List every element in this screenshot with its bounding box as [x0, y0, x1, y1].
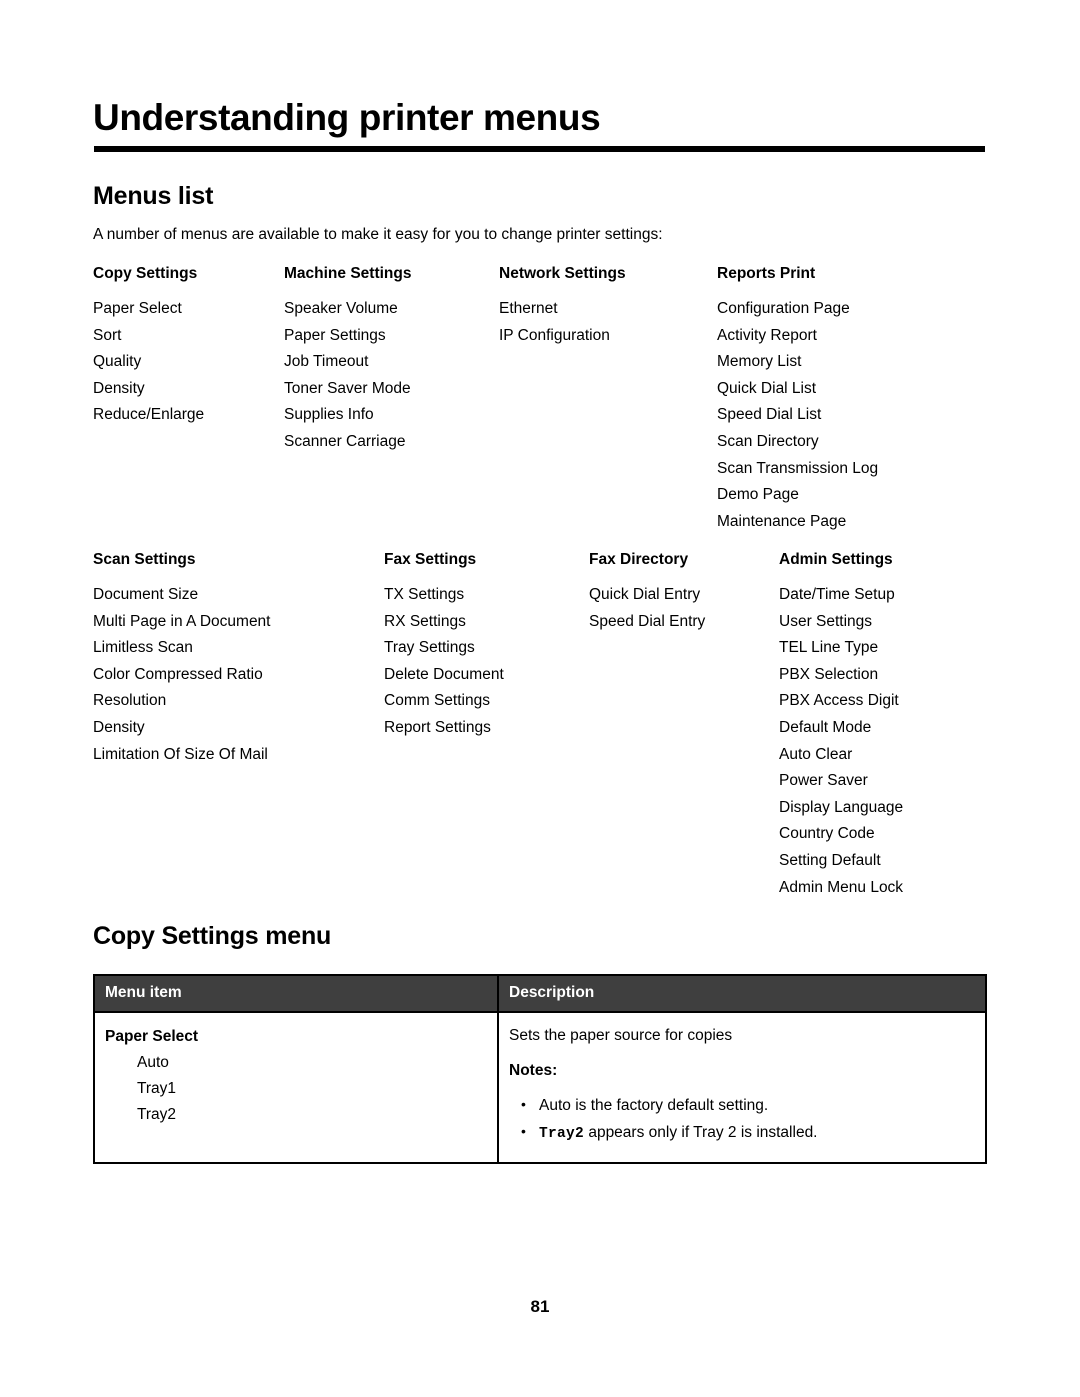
description-text: Sets the paper source for copies: [509, 1027, 733, 1044]
note-text-segment: appears only if Tray 2 is installed.: [584, 1124, 818, 1141]
menu-list-item: User Settings: [779, 612, 873, 630]
menu-list-item: Speaker Volume: [284, 300, 398, 317]
menu-list-item: Default Mode: [779, 718, 872, 736]
menu-list-item: Report Settings: [384, 718, 491, 736]
menu-list-item: Document Size: [93, 586, 199, 603]
menu-list-item: Quick Dial List: [717, 379, 817, 397]
note-text-segment: Auto is the factory default setting.: [539, 1097, 769, 1114]
menu-list-item: TEL Line Type: [779, 639, 879, 657]
menu-column-admin-settings: Admin Settings Date/Time Setup User Sett…: [779, 550, 903, 901]
menu-list-item: Date/Time Setup: [779, 586, 895, 603]
menu-list-item: Resolution: [93, 692, 167, 710]
page-number: 81: [530, 1297, 550, 1316]
note-item: Tray2 appears only if Tray 2 is installe…: [509, 1118, 975, 1148]
menu-column-header: Network Settings: [499, 265, 626, 282]
menu-item-option: Tray1: [137, 1080, 177, 1097]
menu-column-network-settings: Network Settings Ethernet IP Configurati…: [499, 264, 626, 349]
menu-list-item: TX Settings: [384, 586, 465, 603]
menu-list-item: Speed Dial Entry: [589, 612, 706, 630]
menu-column-header: Fax Directory: [589, 551, 689, 568]
section-heading-copy-settings-menu: Copy Settings menu: [93, 922, 332, 950]
menu-list-item: Configuration Page: [717, 300, 850, 317]
menu-list-item: Limitless Scan: [93, 639, 193, 657]
menu-list-item: Quality: [93, 353, 142, 371]
column-header-menu-item: Menu item: [94, 975, 499, 1012]
menu-list-item: Tray Settings: [384, 639, 475, 657]
menu-list-item: Paper Select: [93, 300, 182, 317]
menu-list-item: Demo Page: [717, 486, 799, 504]
menu-column-header: Machine Settings: [284, 265, 412, 282]
menu-list-item: Auto Clear: [779, 745, 853, 763]
document-page: Understanding printer menus Menus list A…: [0, 0, 1080, 1397]
table-row: Paper Select Auto Tray1 Tray2 Sets the p…: [94, 1011, 986, 1163]
menu-column-fax-directory: Fax Directory Quick Dial Entry Speed Dia…: [589, 550, 705, 635]
menus-list-intro: A number of menus are available to make …: [93, 226, 663, 243]
cell-menu-item: Paper Select Auto Tray1 Tray2: [94, 1011, 499, 1163]
menu-list-item: Display Language: [779, 798, 904, 816]
menu-item-option: Tray2: [137, 1106, 177, 1123]
menu-list-item: Limitation Of Size Of Mail: [93, 745, 268, 763]
menu-list-item: Admin Menu Lock: [779, 878, 904, 896]
menu-column-machine-settings: Machine Settings Speaker Volume Paper Se…: [284, 264, 411, 456]
menu-list-item: Job Timeout: [284, 353, 369, 371]
notes-list: Auto is the factory default setting. Tra…: [509, 1091, 975, 1148]
menu-list-item: Comm Settings: [384, 692, 490, 710]
menu-column-scan-settings: Scan Settings Document Size Multi Page i…: [93, 550, 271, 768]
menu-list-item: Density: [93, 718, 145, 736]
menu-column-header: Fax Settings: [384, 551, 477, 568]
menu-list-item: Density: [93, 379, 145, 397]
page-title: Understanding printer menus: [93, 97, 601, 138]
section-heading-menus-list: Menus list: [93, 182, 214, 210]
menu-list-item: Setting Default: [779, 851, 881, 869]
menu-list-item: Scan Directory: [717, 432, 819, 450]
menu-list-item: Scanner Carriage: [284, 432, 406, 450]
menu-list-item: IP Configuration: [499, 326, 610, 344]
note-text-segment: Tray2: [539, 1126, 585, 1142]
menu-list-item: Power Saver: [779, 772, 868, 790]
menu-list-item: Toner Saver Mode: [284, 379, 411, 397]
menu-list-item: PBX Selection: [779, 665, 879, 683]
column-header-description: Description: [498, 975, 986, 1012]
menu-list-item: Scan Transmission Log: [717, 459, 879, 477]
menu-list-item: Quick Dial Entry: [589, 586, 701, 603]
menu-list-item: RX Settings: [384, 612, 466, 630]
menu-column-header: Admin Settings: [779, 551, 893, 568]
menu-column-fax-settings: Fax Settings TX Settings RX Settings Tra…: [384, 550, 504, 742]
menu-list-item: Reduce/Enlarge: [93, 406, 205, 424]
menu-list-item: Ethernet: [499, 300, 558, 317]
menu-list-item: Sort: [93, 326, 122, 344]
copy-settings-table: Menu item Description Paper Select Auto …: [93, 974, 987, 1164]
menu-column-header: Copy Settings: [93, 265, 198, 282]
table-header-row: Menu item Description: [94, 975, 986, 1012]
menu-list-item: Multi Page in A Document: [93, 612, 271, 630]
note-item: Auto is the factory default setting.: [509, 1091, 975, 1119]
menu-list-item: Memory List: [717, 353, 802, 371]
notes-label: Notes:: [509, 1062, 558, 1079]
menu-column-header: Reports Print: [717, 265, 816, 282]
menu-list-item: Supplies Info: [284, 406, 374, 424]
cell-description: Sets the paper source for copies Notes: …: [498, 1011, 986, 1163]
title-divider: [94, 146, 985, 152]
menu-list-item: Delete Document: [384, 665, 504, 683]
menu-column-copy-settings: Copy Settings Paper Select Sort Quality …: [93, 264, 204, 429]
menu-list-item: Maintenance Page: [717, 512, 847, 530]
menu-item-option: Auto: [137, 1054, 169, 1071]
menu-list-item: Speed Dial List: [717, 406, 822, 424]
menu-column-header: Scan Settings: [93, 551, 196, 568]
menu-list-item: Activity Report: [717, 326, 817, 344]
menu-list-item: Color Compressed Ratio: [93, 665, 263, 683]
menu-column-reports-print: Reports Print Configuration Page Activit…: [717, 264, 878, 535]
menu-list-item: PBX Access Digit: [779, 692, 899, 710]
menu-list-item: Country Code: [779, 825, 875, 843]
menu-item-title: Paper Select: [105, 1028, 199, 1045]
menu-list-item: Paper Settings: [284, 326, 386, 344]
